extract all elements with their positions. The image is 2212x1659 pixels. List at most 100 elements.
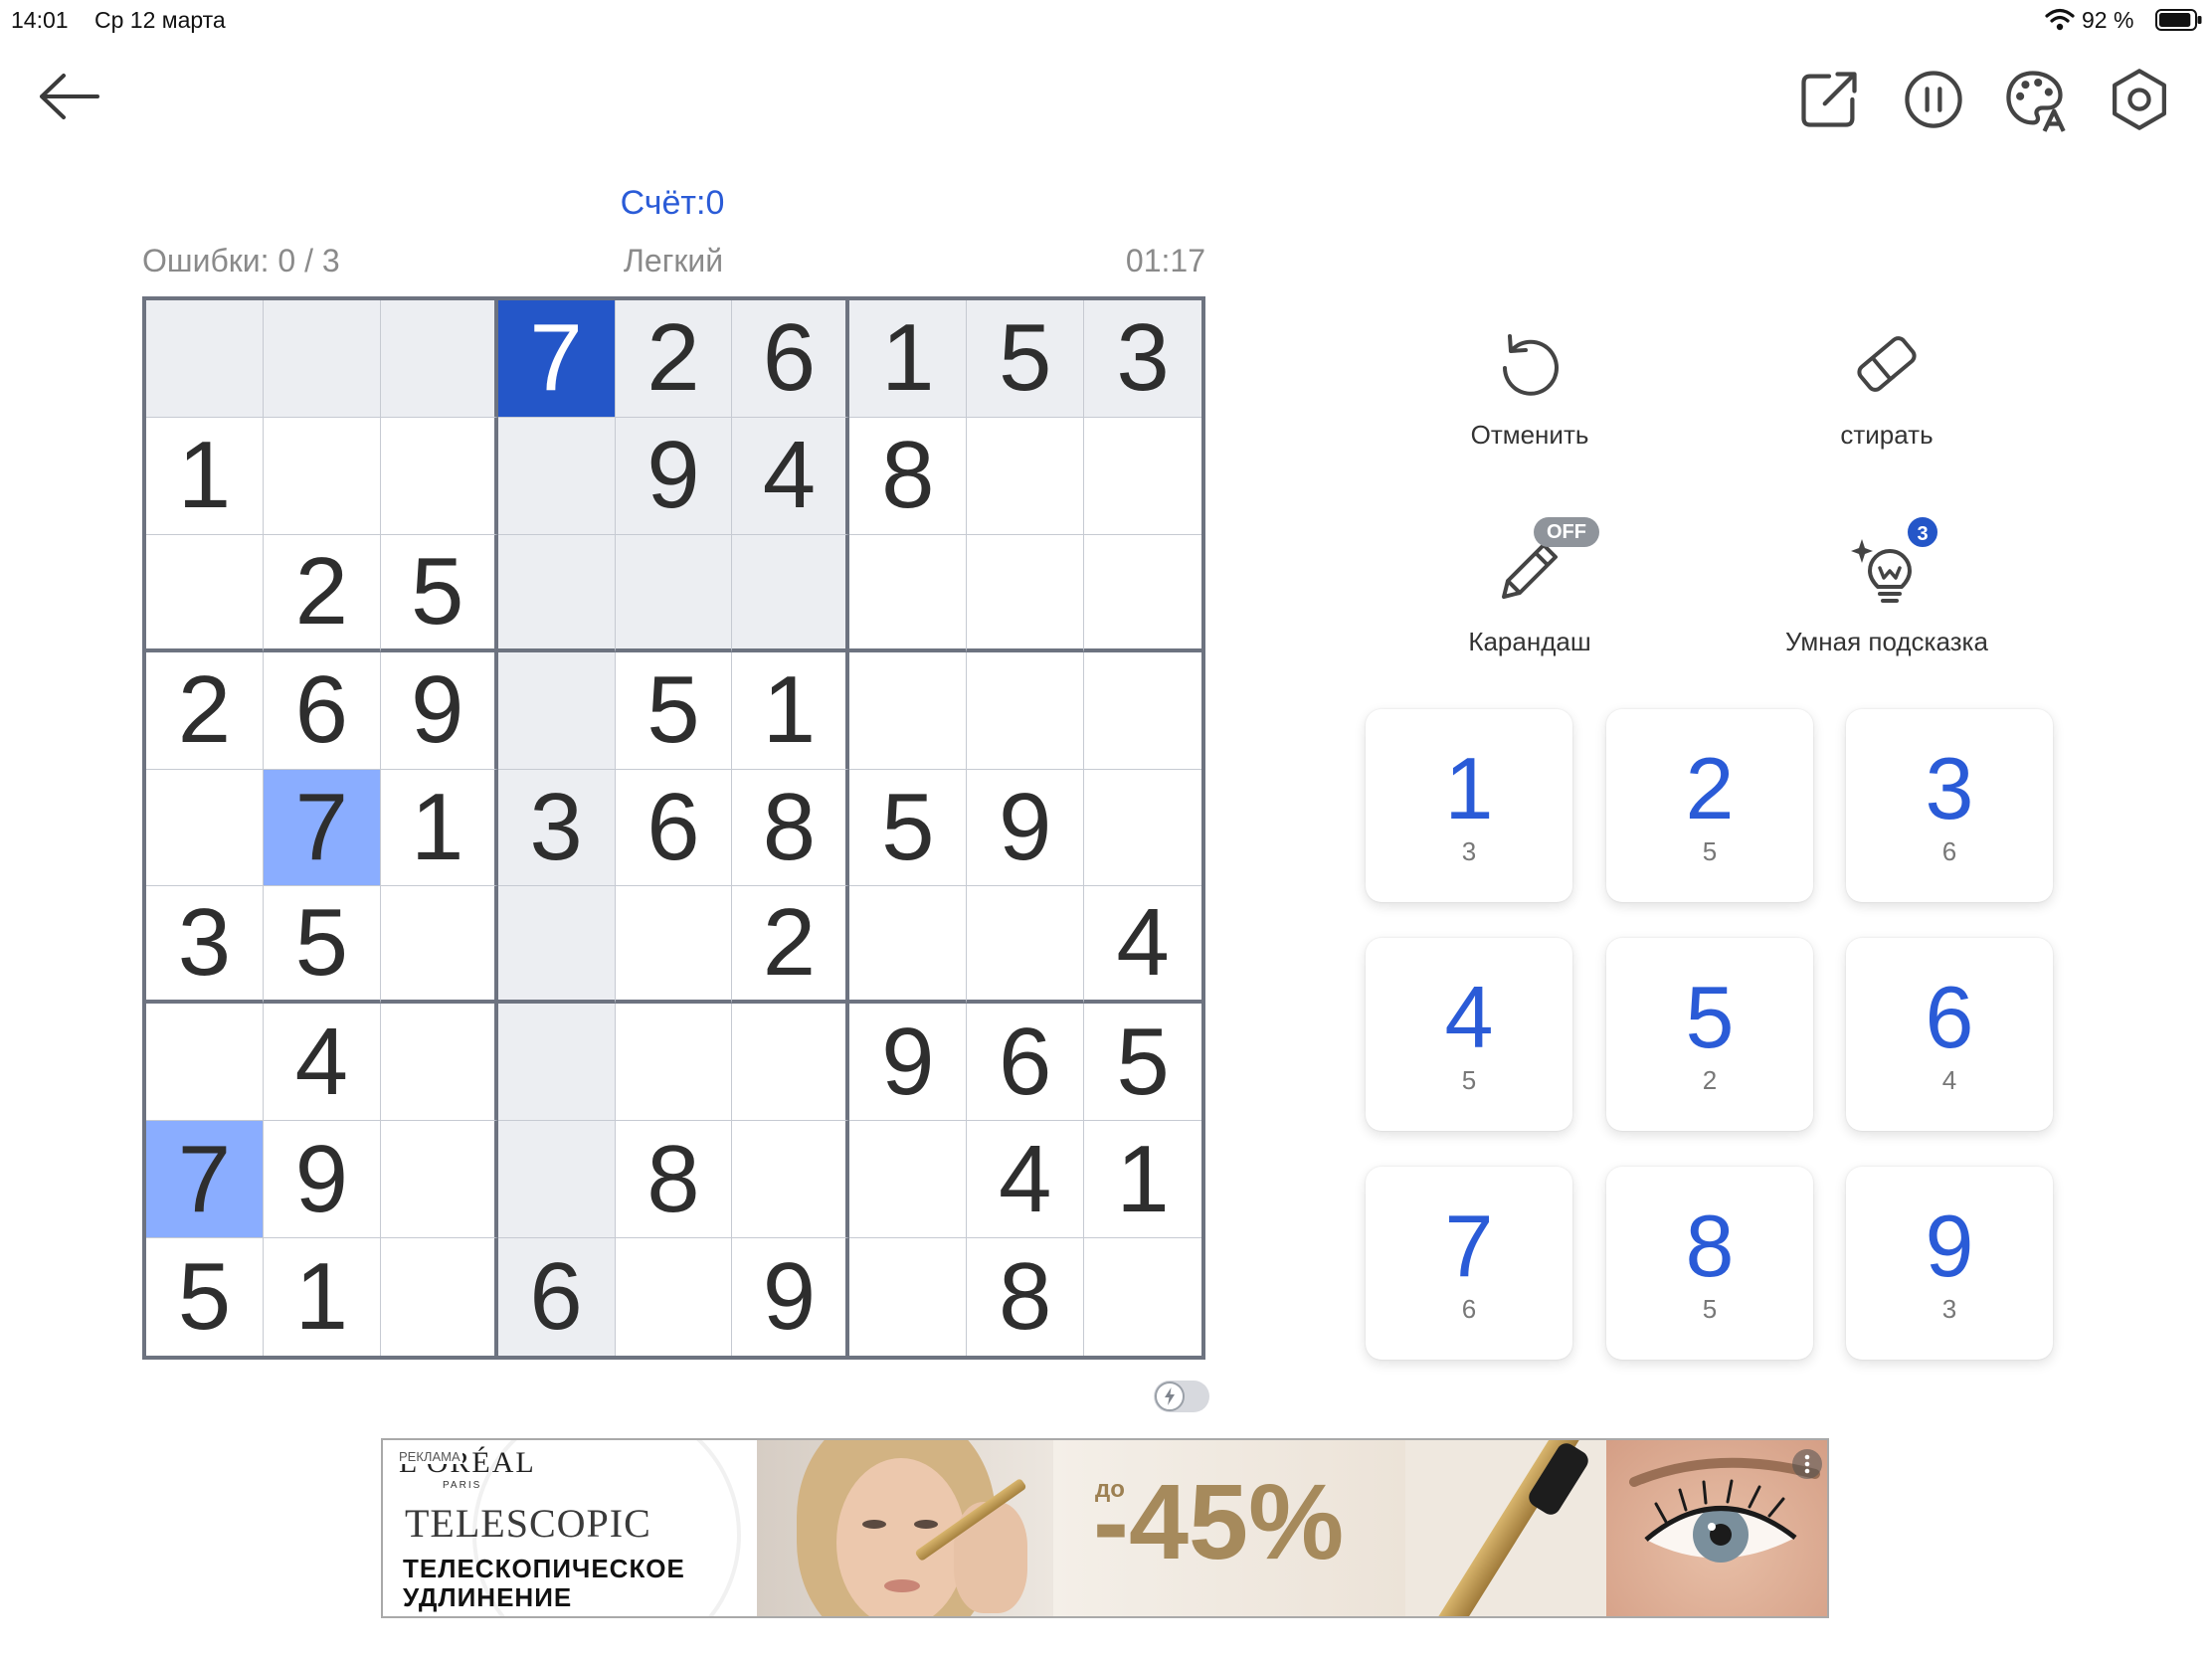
- grid-cell[interactable]: [849, 1121, 968, 1239]
- grid-cell[interactable]: 6: [967, 1004, 1085, 1122]
- grid-cell[interactable]: 8: [615, 1121, 733, 1239]
- erase-button[interactable]: стирать: [1757, 316, 2016, 456]
- grid-cell[interactable]: [967, 417, 1085, 535]
- grid-cell[interactable]: [146, 300, 264, 418]
- grid-cell[interactable]: [380, 1238, 498, 1356]
- back-button[interactable]: [38, 72, 105, 125]
- grid-cell[interactable]: 5: [1084, 1004, 1201, 1122]
- grid-cell[interactable]: [380, 1121, 498, 1239]
- grid-cell[interactable]: [615, 534, 733, 652]
- grid-cell[interactable]: 1: [380, 769, 498, 887]
- grid-cell[interactable]: 6: [732, 300, 850, 418]
- grid-cell[interactable]: [497, 1004, 616, 1122]
- grid-cell[interactable]: [849, 1238, 968, 1356]
- grid-cell[interactable]: 5: [380, 534, 498, 652]
- number-key-5[interactable]: 5 2: [1606, 938, 1813, 1131]
- grid-cell[interactable]: [380, 300, 498, 418]
- grid-cell[interactable]: 9: [615, 417, 733, 535]
- grid-cell[interactable]: 8: [967, 1238, 1085, 1356]
- grid-cell[interactable]: 2: [263, 534, 381, 652]
- number-key-2[interactable]: 2 5: [1606, 709, 1813, 902]
- grid-cell[interactable]: 5: [967, 300, 1085, 418]
- grid-cell[interactable]: 4: [1084, 886, 1201, 1005]
- grid-cell[interactable]: [732, 1121, 850, 1239]
- grid-cell[interactable]: [380, 1004, 498, 1122]
- grid-cell[interactable]: [263, 300, 381, 418]
- grid-cell[interactable]: [615, 1004, 733, 1122]
- grid-cell[interactable]: [732, 534, 850, 652]
- grid-cell[interactable]: [615, 1238, 733, 1356]
- grid-cell[interactable]: [1084, 534, 1201, 652]
- grid-cell[interactable]: 4: [967, 1121, 1085, 1239]
- number-key-9[interactable]: 9 3: [1846, 1167, 2053, 1360]
- settings-button[interactable]: [2106, 66, 2173, 133]
- pencil-button[interactable]: OFF Карандаш: [1400, 517, 1659, 662]
- grid-cell[interactable]: [732, 1004, 850, 1122]
- grid-cell[interactable]: [497, 1121, 616, 1239]
- grid-cell[interactable]: 3: [497, 769, 616, 887]
- grid-cell[interactable]: [967, 651, 1085, 770]
- grid-cell[interactable]: 4: [263, 1004, 381, 1122]
- grid-cell[interactable]: [967, 886, 1085, 1005]
- undo-button[interactable]: Отменить: [1400, 316, 1659, 456]
- number-key-6[interactable]: 6 4: [1846, 938, 2053, 1131]
- grid-cell[interactable]: 5: [263, 886, 381, 1005]
- grid-cell[interactable]: [146, 1004, 264, 1122]
- grid-cell[interactable]: 1: [732, 651, 850, 770]
- grid-cell[interactable]: [615, 886, 733, 1005]
- grid-cell-selected[interactable]: 7: [497, 300, 616, 418]
- grid-cell[interactable]: [1084, 769, 1201, 887]
- grid-cell[interactable]: 8: [732, 769, 850, 887]
- grid-cell[interactable]: 7: [263, 769, 381, 887]
- grid-cell[interactable]: [967, 534, 1085, 652]
- grid-cell[interactable]: [380, 417, 498, 535]
- grid-cell[interactable]: [380, 886, 498, 1005]
- grid-cell[interactable]: 3: [146, 886, 264, 1005]
- grid-cell[interactable]: 9: [263, 1121, 381, 1239]
- grid-cell[interactable]: 1: [146, 417, 264, 535]
- share-button[interactable]: [1795, 66, 1863, 133]
- grid-cell[interactable]: [849, 651, 968, 770]
- ad-banner[interactable]: L'ORÉAL РЕКЛАМА PARIS TELESCOPIC ТЕЛЕСКО…: [381, 1438, 1829, 1618]
- number-key-3[interactable]: 3 6: [1846, 709, 2053, 902]
- grid-cell[interactable]: [146, 769, 264, 887]
- grid-cell[interactable]: 9: [849, 1004, 968, 1122]
- grid-cell[interactable]: 9: [967, 769, 1085, 887]
- grid-cell[interactable]: 2: [615, 300, 733, 418]
- grid-cell[interactable]: 5: [146, 1238, 264, 1356]
- grid-cell[interactable]: [849, 534, 968, 652]
- lightning-toggle[interactable]: [1154, 1381, 1209, 1412]
- smart-hint-button[interactable]: 3 Умная подсказка: [1757, 515, 2016, 662]
- grid-cell[interactable]: 7: [146, 1121, 264, 1239]
- grid-cell[interactable]: 2: [732, 886, 850, 1005]
- grid-cell[interactable]: 6: [263, 651, 381, 770]
- number-key-1[interactable]: 1 3: [1366, 709, 1572, 902]
- grid-cell[interactable]: [1084, 1238, 1201, 1356]
- grid-cell[interactable]: 5: [849, 769, 968, 887]
- grid-cell[interactable]: 5: [615, 651, 733, 770]
- number-key-4[interactable]: 4 5: [1366, 938, 1572, 1131]
- grid-cell[interactable]: [497, 417, 616, 535]
- grid-cell[interactable]: [849, 886, 968, 1005]
- grid-cell[interactable]: [1084, 417, 1201, 535]
- grid-cell[interactable]: 1: [1084, 1121, 1201, 1239]
- grid-cell[interactable]: 1: [849, 300, 968, 418]
- grid-cell[interactable]: 8: [849, 417, 968, 535]
- theme-button[interactable]: [2001, 66, 2069, 133]
- ad-options-button[interactable]: [1792, 1449, 1822, 1479]
- grid-cell[interactable]: 9: [732, 1238, 850, 1356]
- grid-cell[interactable]: 3: [1084, 300, 1201, 418]
- grid-cell[interactable]: 4: [732, 417, 850, 535]
- grid-cell[interactable]: [263, 417, 381, 535]
- grid-cell[interactable]: [146, 534, 264, 652]
- grid-cell[interactable]: 6: [497, 1238, 616, 1356]
- pause-button[interactable]: [1900, 66, 1967, 133]
- grid-cell[interactable]: [1084, 651, 1201, 770]
- grid-cell[interactable]: [497, 886, 616, 1005]
- grid-cell[interactable]: 1: [263, 1238, 381, 1356]
- number-key-8[interactable]: 8 5: [1606, 1167, 1813, 1360]
- grid-cell[interactable]: 2: [146, 651, 264, 770]
- grid-cell[interactable]: 9: [380, 651, 498, 770]
- number-key-7[interactable]: 7 6: [1366, 1167, 1572, 1360]
- grid-cell[interactable]: [497, 534, 616, 652]
